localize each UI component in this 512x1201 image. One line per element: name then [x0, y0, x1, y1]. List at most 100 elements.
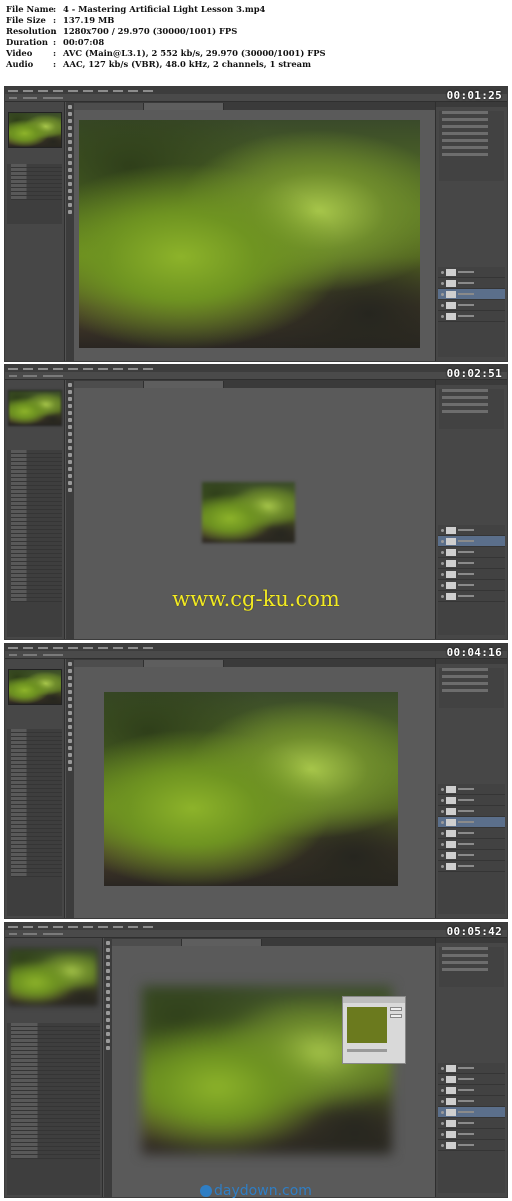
document-tabs [74, 659, 435, 667]
menu-bar [5, 644, 507, 651]
timestamp: 00:05:42 [446, 925, 502, 938]
watermark-text: www.cg-ku.com [172, 587, 340, 611]
properties-layers-panel [435, 938, 507, 1197]
info-key: Audio [6, 59, 34, 69]
info-value: 137.19 MB [63, 15, 115, 25]
layer-row [438, 1074, 505, 1085]
layer-row [438, 300, 505, 311]
layer-row [438, 1085, 505, 1096]
tools-panel [66, 659, 74, 918]
info-colon: : [53, 15, 57, 25]
navigator-thumbnail [8, 390, 62, 426]
cancel-button[interactable] [390, 1014, 402, 1018]
layer-row [438, 289, 505, 300]
layer-row [438, 828, 505, 839]
properties-panel [439, 389, 504, 429]
properties-panel [439, 111, 504, 181]
layer-row [438, 850, 505, 861]
info-row-audio: Audio: AAC, 127 kb/s (VBR), 48.0 kHz, 2 c… [6, 59, 506, 70]
layers-panel [438, 525, 505, 635]
info-key: Video [6, 48, 33, 58]
navigator-panel [5, 938, 103, 1197]
options-bar [5, 372, 507, 380]
layer-row [438, 267, 505, 278]
timestamp: 00:02:51 [446, 367, 502, 380]
navigator-thumbnail [8, 112, 62, 148]
navigator-panel [5, 659, 65, 918]
layer-row [438, 536, 505, 547]
info-row-file-size: File Size:137.19 MB [6, 15, 506, 26]
filter-preview [347, 1007, 387, 1043]
info-colon: : [53, 59, 57, 69]
layer-row [438, 558, 505, 569]
tools-panel [104, 938, 112, 1197]
layer-row [438, 278, 505, 289]
info-row-resolution: Resolution:1280x700 / 29.970 (30000/1001… [6, 26, 506, 37]
layer-row [438, 861, 505, 872]
info-key: File Name [6, 4, 54, 14]
layer-row [438, 795, 505, 806]
info-value: AAC, 127 kb/s (VBR), 48.0 kHz, 2 channel… [63, 59, 311, 69]
navigator-thumbnail [8, 948, 98, 1006]
canvas-photo [104, 692, 398, 886]
menu-bar [5, 365, 507, 372]
history-panel [7, 729, 62, 916]
info-key: File Size [6, 15, 46, 25]
radius-slider[interactable] [347, 1049, 387, 1052]
properties-layers-panel [435, 659, 507, 918]
tools-panel [66, 102, 74, 361]
properties-layers-panel [435, 102, 507, 361]
layer-row [438, 1118, 505, 1129]
layer-row [438, 547, 505, 558]
layer-row [438, 1129, 505, 1140]
document-tabs [74, 380, 435, 388]
layer-row [438, 1140, 505, 1151]
document-canvas [112, 946, 435, 1197]
options-bar [5, 651, 507, 659]
layer-row [438, 784, 505, 795]
navigator-thumbnail [8, 669, 62, 705]
contact-sheet: File Name:4 - Mastering Artificial Light… [0, 0, 512, 1201]
options-bar [5, 930, 507, 938]
filter-dialog[interactable] [342, 996, 406, 1064]
layer-row [438, 311, 505, 322]
layer-row [438, 806, 505, 817]
info-row-duration: Duration:00:07:08 [6, 37, 506, 48]
timestamp: 00:04:16 [446, 646, 502, 659]
layer-row [438, 569, 505, 580]
info-value: 00:07:08 [63, 37, 105, 47]
info-value: AVC (Main@L3.1), 2 552 kb/s, 29.970 (300… [63, 48, 326, 58]
layers-panel [438, 267, 505, 357]
history-panel [7, 1023, 100, 1195]
document-tabs [74, 102, 435, 110]
menu-bar [5, 87, 507, 94]
video-frame-1: 00:01:25 [4, 86, 508, 362]
ok-button[interactable] [390, 1007, 402, 1011]
daydown-logo-icon [200, 1185, 213, 1197]
canvas-photo [202, 482, 295, 543]
info-key: Duration [6, 37, 48, 47]
properties-panel [439, 947, 504, 987]
canvas-photo [79, 120, 420, 348]
layers-panel [438, 784, 505, 914]
menu-bar [5, 923, 507, 930]
layer-row [438, 1096, 505, 1107]
layer-row [438, 525, 505, 536]
layer-row [438, 839, 505, 850]
layer-row [438, 817, 505, 828]
navigator-panel [5, 102, 65, 361]
properties-panel [439, 668, 504, 708]
info-row-video: Video: AVC (Main@L3.1), 2 552 kb/s, 29.97… [6, 48, 506, 59]
options-bar [5, 94, 507, 102]
timestamp: 00:01:25 [446, 89, 502, 102]
info-value: 4 - Mastering Artificial Light Lesson 3.… [63, 4, 266, 14]
document-canvas [74, 667, 435, 918]
layers-panel [438, 1063, 505, 1193]
info-colon: : [53, 26, 57, 36]
info-value: 1280x700 / 29.970 (30000/1001) FPS [63, 26, 238, 36]
daydown-logo-text: daydown.com [214, 1183, 312, 1199]
document-canvas [74, 110, 435, 361]
daydown-logo: daydown.com [0, 1183, 512, 1199]
info-colon: : [53, 4, 57, 14]
info-row-file-name: File Name:4 - Mastering Artificial Light… [6, 4, 506, 15]
